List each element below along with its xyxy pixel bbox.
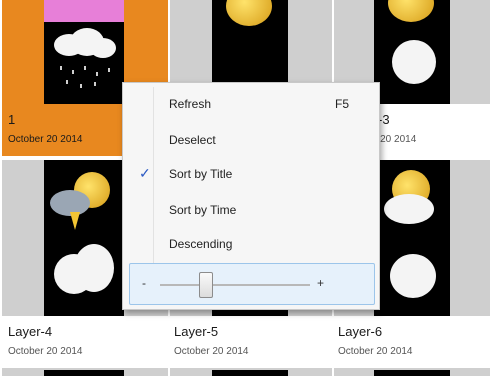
thumbnail-tile-7[interactable] <box>2 368 168 376</box>
context-menu: Refresh F5 Deselect ✓ Sort by Title Sort… <box>122 82 380 310</box>
menu-item-sort-by-time[interactable]: Sort by Time <box>123 193 379 227</box>
tile-title: 1 <box>8 112 16 127</box>
menu-item-refresh[interactable]: Refresh F5 <box>123 87 379 121</box>
tile-title: Layer-4 <box>8 324 53 339</box>
slider-track[interactable] <box>160 284 310 286</box>
tile-date: October 20 2014 <box>8 134 83 145</box>
slider-thumb[interactable] <box>199 272 213 298</box>
menu-item-descending[interactable]: Descending <box>123 227 379 261</box>
menu-item-label: Sort by Title <box>169 167 233 181</box>
thumbnail-image <box>334 368 490 376</box>
tile-title: Layer-6 <box>338 324 383 339</box>
menu-item-shortcut: F5 <box>334 97 349 111</box>
tile-title: Layer-5 <box>174 324 219 339</box>
menu-item-sort-by-title[interactable]: ✓ Sort by Title <box>123 157 379 191</box>
menu-item-label: Sort by Time <box>169 203 237 217</box>
menu-item-label: Deselect <box>169 133 216 147</box>
thumbnail-image <box>2 368 168 376</box>
thumbnail-image <box>170 368 332 376</box>
zoom-slider[interactable]: - + <box>129 263 375 305</box>
menu-item-deselect[interactable]: Deselect <box>123 123 379 157</box>
slider-plus-label: + <box>316 276 324 290</box>
tile-date: r 20 2014 <box>374 134 417 145</box>
tile-date: October 20 2014 <box>8 346 83 357</box>
tile-date: October 20 2014 <box>338 346 413 357</box>
tile-date: October 20 2014 <box>174 346 249 357</box>
thumbnail-tile-8[interactable] <box>170 368 332 376</box>
thumbnail-tile-9[interactable] <box>334 368 490 376</box>
menu-item-label: Descending <box>169 237 233 251</box>
menu-item-label: Refresh <box>169 97 212 111</box>
slider-minus-label: - <box>142 276 146 290</box>
checkmark-icon: ✓ <box>139 165 151 181</box>
